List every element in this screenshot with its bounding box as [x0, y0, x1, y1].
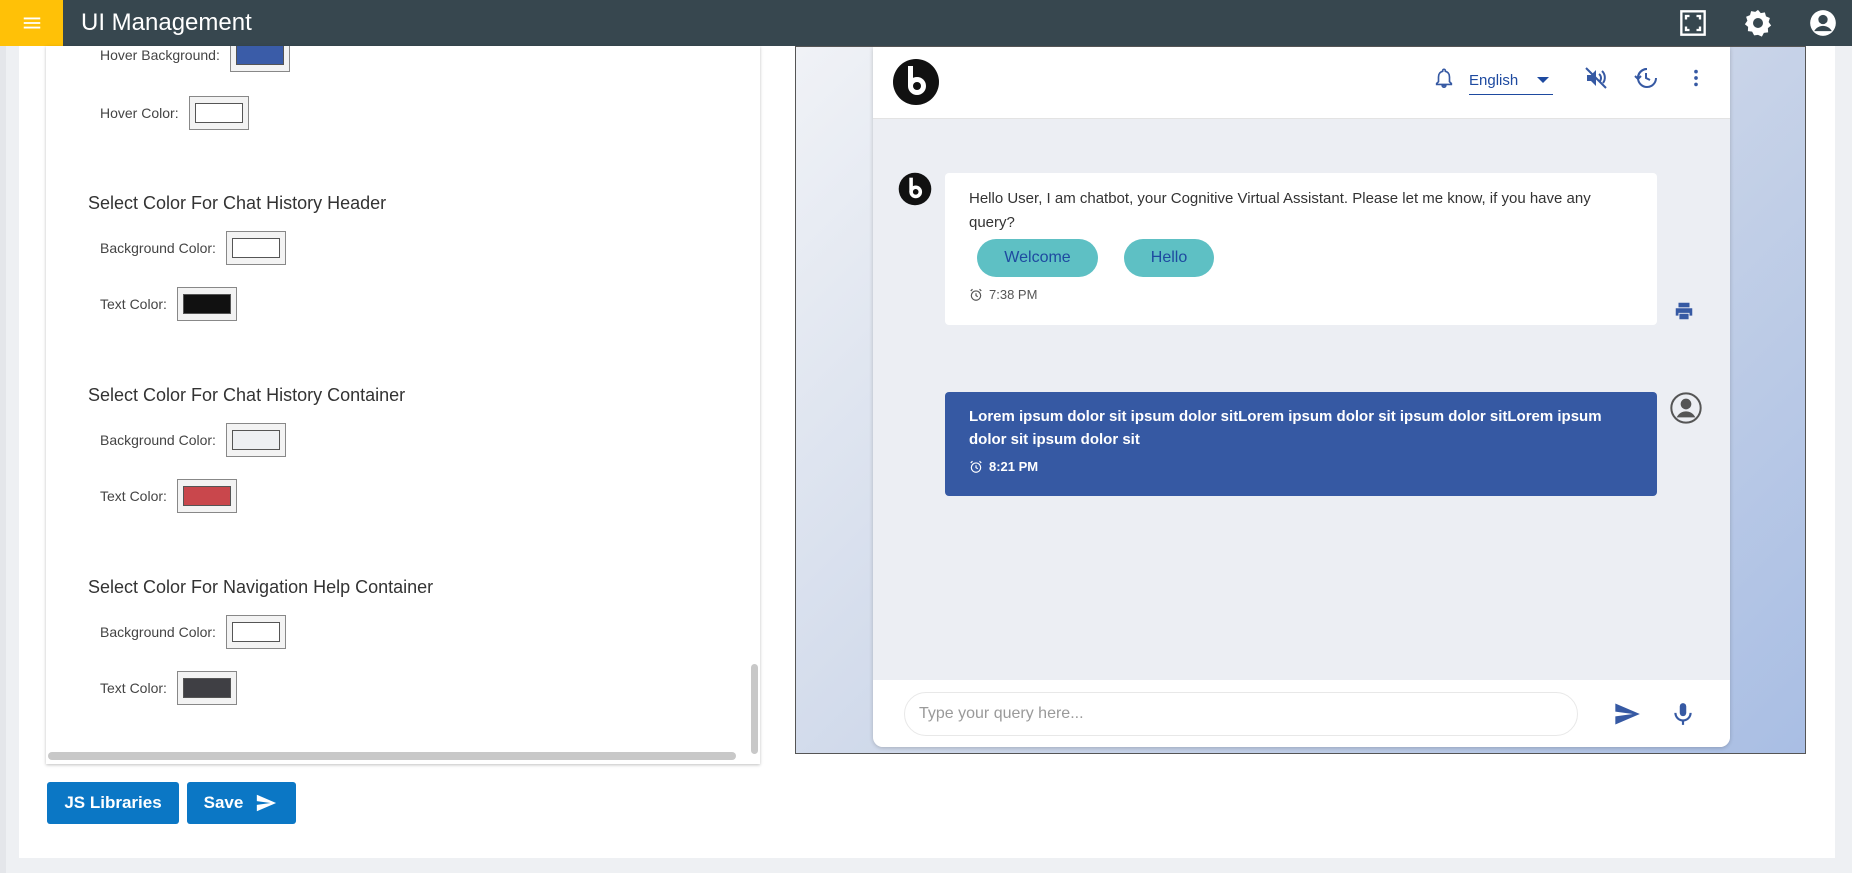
suggestion-chip-hello[interactable]: Hello: [1124, 239, 1214, 277]
send-icon[interactable]: [1612, 700, 1642, 728]
hover-background-picker[interactable]: [229, 46, 290, 72]
left-nav-strip: [0, 46, 6, 873]
chat-history-header-title: Select Color For Chat History Header: [88, 193, 387, 213]
chat-window: English Hello User, I am chatbot, your C…: [873, 47, 1730, 747]
text-color-label: Text Color:: [100, 488, 167, 504]
user-message-text: Lorem ipsum dolor sit ipsum dolor sitLor…: [969, 408, 1602, 448]
bot-message-text: Hello User, I am chatbot, your Cognitive…: [969, 190, 1591, 231]
alarm-icon: [970, 460, 982, 473]
mute-button[interactable]: [1583, 65, 1609, 91]
js-libraries-label: JS Libraries: [64, 793, 162, 812]
navigation-help-text-swatch: [182, 678, 231, 698]
bot-avatar-icon: [898, 172, 932, 206]
chat-history-header-background-picker[interactable]: [225, 231, 286, 265]
chat-history-container-text-picker[interactable]: [176, 479, 237, 513]
fullscreen-button[interactable]: [1678, 8, 1708, 38]
bell-icon: [1435, 68, 1453, 88]
bot-message-bubble: Hello User, I am chatbot, your Cognitive…: [945, 173, 1657, 325]
menu-button[interactable]: [0, 0, 63, 46]
chevron-down-icon: [1537, 77, 1549, 83]
chat-query-input[interactable]: [904, 692, 1578, 736]
bot-message-timestamp: 7:38 PM: [969, 287, 1037, 302]
top-bar-actions: [1678, 0, 1852, 46]
background-color-label: Background Color:: [100, 624, 216, 640]
vertical-scrollbar[interactable]: [751, 664, 758, 754]
chat-history-header-text-row: Text Color:: [100, 287, 237, 321]
navigation-help-background-picker[interactable]: [225, 615, 286, 649]
chat-history-container-title: Select Color For Chat History Container: [88, 385, 406, 405]
history-icon: [1634, 68, 1657, 88]
microphone-icon[interactable]: [1670, 700, 1696, 728]
text-color-label: Text Color:: [100, 680, 167, 696]
color-settings-scroll-area: Hover Background: Hover Color: Select Co…: [46, 46, 746, 746]
hover-color-row: Hover Color:: [100, 96, 249, 130]
hover-color-label: Hover Color:: [100, 105, 179, 121]
top-bar: UI Management: [0, 0, 1852, 46]
chat-history-container-background-row: Background Color:: [100, 423, 286, 457]
user-time-text: 8:21 PM: [989, 459, 1039, 474]
text-color-label: Text Color:: [100, 296, 167, 312]
background-color-label: Background Color:: [100, 432, 216, 448]
navigation-help-text-picker[interactable]: [176, 671, 237, 705]
more-vert-icon: [1694, 69, 1698, 87]
hover-background-swatch: [235, 46, 284, 65]
settings-icon: [1744, 9, 1772, 37]
more-options-button[interactable]: [1683, 65, 1709, 91]
send-icon: [257, 794, 277, 812]
hover-background-label: Hover Background:: [100, 47, 220, 63]
history-button[interactable]: [1633, 65, 1659, 91]
chat-input-bar: [873, 680, 1730, 747]
hover-color-swatch: [194, 103, 243, 123]
chat-history-header-text-swatch: [182, 294, 231, 314]
hover-color-picker[interactable]: [188, 96, 249, 130]
settings-button[interactable]: [1743, 8, 1773, 38]
account-button[interactable]: [1808, 8, 1838, 38]
language-selected: English: [1469, 72, 1519, 89]
chat-history-header-text-picker[interactable]: [176, 287, 237, 321]
save-label: Save: [203, 793, 244, 812]
bot-logo-icon: [893, 59, 939, 105]
menu-icon: [23, 17, 40, 29]
user-message-bubble: Lorem ipsum dolor sit ipsum dolor sitLor…: [945, 392, 1657, 496]
chatbot-preview: English Hello User, I am chatbot, your C…: [795, 46, 1806, 754]
language-select[interactable]: English: [1469, 67, 1553, 95]
app-title: UI Management: [81, 9, 252, 36]
print-icon[interactable]: [1673, 300, 1695, 322]
chat-history-container-text-row: Text Color:: [100, 479, 237, 513]
fullscreen-icon: [1680, 10, 1706, 36]
hover-background-row: Hover Background:: [100, 46, 290, 72]
bot-time-text: 7:38 PM: [989, 287, 1038, 302]
chat-history-header-background-row: Background Color:: [100, 231, 286, 265]
navigation-help-background-row: Background Color:: [100, 615, 286, 649]
color-settings-card: Hover Background: Hover Color: Select Co…: [46, 46, 760, 764]
chat-history-header-background-swatch: [231, 238, 280, 258]
volume-off-icon: [1585, 67, 1607, 89]
alarm-icon: [970, 288, 982, 301]
notification-button[interactable]: [1431, 65, 1457, 91]
chat-header: English: [873, 47, 1730, 119]
save-button[interactable]: Save: [187, 782, 296, 824]
chat-history-container-background-swatch: [231, 430, 280, 450]
account-icon: [1810, 10, 1836, 36]
navigation-help-background-swatch: [231, 622, 280, 642]
js-libraries-button[interactable]: JS Libraries: [47, 782, 179, 824]
chat-history-container-background-picker[interactable]: [225, 423, 286, 457]
background-color-label: Background Color:: [100, 240, 216, 256]
navigation-help-container-title: Select Color For Navigation Help Contain…: [88, 577, 434, 597]
navigation-help-text-row: Text Color:: [100, 671, 237, 705]
suggestion-chip-welcome[interactable]: Welcome: [977, 239, 1098, 277]
chat-history-container-text-swatch: [182, 486, 231, 506]
horizontal-scrollbar[interactable]: [48, 752, 736, 760]
user-avatar-icon: [1670, 392, 1702, 424]
user-message-timestamp: 8:21 PM: [969, 459, 1038, 474]
